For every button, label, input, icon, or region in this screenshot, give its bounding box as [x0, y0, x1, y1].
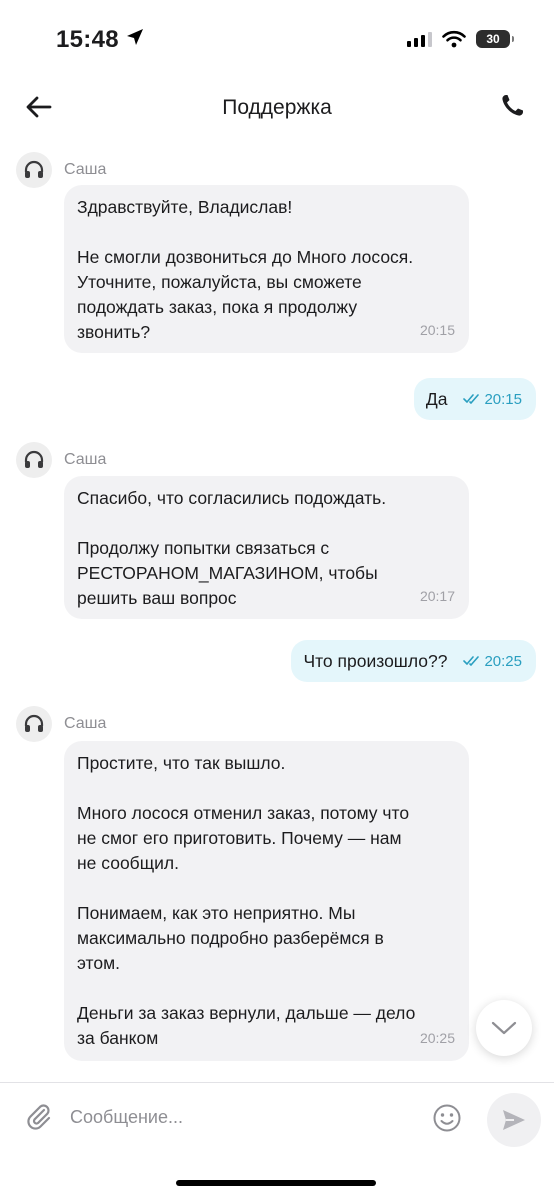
page-title: Поддержка — [222, 96, 332, 119]
message-time: 20:17 — [419, 588, 455, 604]
chat-header: Поддержка — [0, 84, 554, 130]
message-text: Понимаем, как это неприятно. Мы максимал… — [77, 903, 384, 973]
headset-icon — [24, 450, 44, 468]
outgoing-message: Да 20:15 — [413, 378, 536, 420]
message-text: Что произошло?? — [303, 650, 448, 671]
message-time: 20:25 — [484, 652, 522, 670]
message-text: Много лосося отменил заказ, потому что н… — [77, 803, 410, 873]
battery-level: 30 — [486, 32, 500, 46]
message-text: Да — [425, 388, 448, 409]
emoji-button[interactable] — [432, 1103, 462, 1133]
message-list: Саша Здравствуйте, Владислав! Не смогли … — [0, 140, 554, 1080]
agent-header: Саша — [16, 706, 106, 742]
message-composer — [0, 1082, 554, 1152]
agent-header: Саша — [16, 442, 106, 478]
message-time: 20:25 — [419, 1030, 455, 1046]
call-button[interactable] — [498, 92, 530, 124]
message-text: Продолжу попытки связаться с РЕСТОРАНОМ_… — [77, 538, 378, 608]
message-input[interactable] — [70, 1099, 410, 1135]
incoming-message: Спасибо, что согласились подождать. Прод… — [64, 476, 469, 619]
status-time: 15:48 — [56, 26, 119, 53]
status-bar: 15:48 30 — [0, 0, 554, 84]
attach-button[interactable] — [24, 1101, 56, 1133]
agent-name: Саша — [64, 451, 107, 468]
signal-icon — [407, 31, 432, 47]
chevron-down-icon — [491, 1021, 517, 1035]
message-time: 20:15 — [484, 390, 522, 408]
incoming-message: Простите, что так вышло. Много лосося от… — [64, 741, 469, 1061]
status-time-group: 15:48 — [56, 26, 145, 54]
wifi-icon — [442, 30, 466, 48]
avatar — [16, 152, 52, 188]
phone-icon — [502, 95, 523, 116]
send-button[interactable] — [487, 1093, 541, 1147]
avatar — [16, 442, 52, 478]
location-arrow-icon — [125, 26, 145, 54]
headset-icon — [24, 160, 44, 178]
battery-icon: 30 — [476, 30, 514, 48]
message-meta: 20:15 — [463, 391, 522, 408]
double-check-icon — [463, 656, 480, 666]
scroll-down-button[interactable] — [476, 1000, 532, 1056]
avatar — [16, 706, 52, 742]
outgoing-message: Что произошло?? 20:25 — [291, 640, 536, 682]
message-text: Не смогли дозвониться до Много лосося. У… — [77, 247, 414, 342]
paperclip-icon — [27, 1104, 51, 1130]
agent-name: Саша — [64, 715, 107, 732]
double-check-icon — [463, 394, 480, 404]
message-time: 20:15 — [419, 322, 455, 338]
emoji-smile-icon — [433, 1104, 461, 1132]
agent-header: Саша — [16, 152, 106, 188]
message-text: Простите, что так вышло. — [77, 753, 286, 773]
message-text: Спасибо, что согласились подождать. — [77, 488, 387, 508]
incoming-message: Здравствуйте, Владислав! Не смогли дозво… — [64, 185, 469, 353]
status-indicators: 30 — [407, 30, 514, 48]
headset-icon — [24, 714, 44, 732]
message-meta: 20:25 — [463, 653, 522, 670]
send-icon — [503, 1110, 525, 1130]
home-indicator — [176, 1180, 376, 1186]
message-text: Здравствуйте, Владислав! — [77, 197, 293, 217]
message-text: Деньги за заказ вернули, дальше — дело з… — [77, 1003, 416, 1048]
agent-name: Саша — [64, 161, 107, 178]
